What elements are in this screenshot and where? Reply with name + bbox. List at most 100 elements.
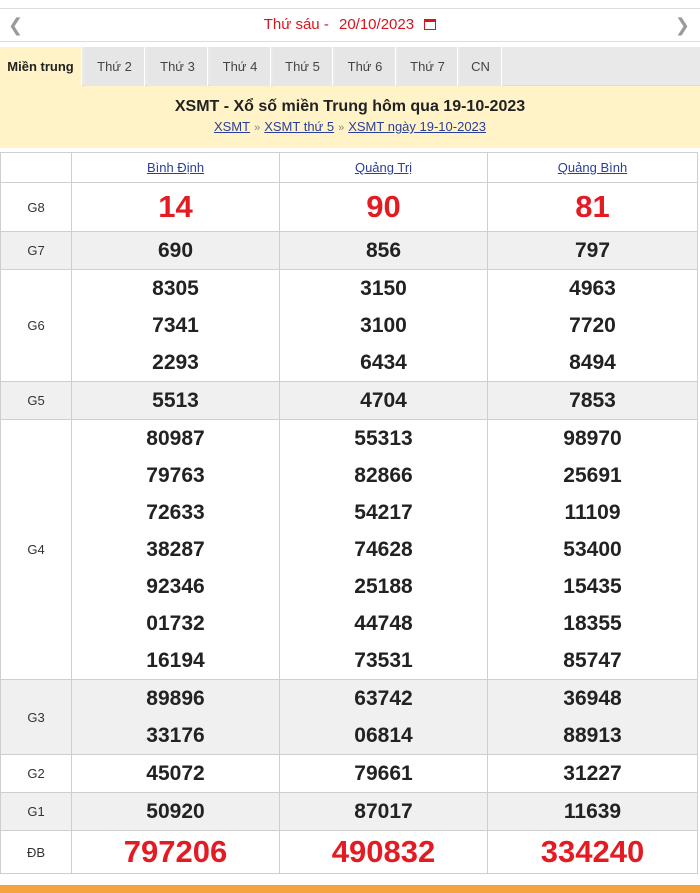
prize-number: 74628 (354, 538, 413, 561)
tab-mien-trung[interactable]: Miền trung (0, 47, 82, 86)
prize-cell: 11639 (487, 792, 698, 831)
date-label: 20/10/2023 (338, 16, 415, 33)
prize-number: 79661 (354, 762, 413, 785)
prize-row-g1: G1 50920 87017 11639 (0, 792, 698, 831)
prize-number: 16194 (146, 649, 205, 672)
prize-label: G6 (0, 269, 72, 382)
prize-row-g7: G7 690 856 797 (0, 231, 698, 270)
province-link-binh-dinh[interactable]: Bình Định (147, 160, 204, 175)
prize-number: 63742 (354, 687, 413, 710)
prize-cell: 4704 (279, 381, 488, 420)
chevron-right-icon[interactable]: ❯ (675, 15, 690, 35)
tab-thu-6[interactable]: Thứ 6 (335, 47, 396, 86)
tab-thu-4[interactable]: Thứ 4 (210, 47, 271, 86)
province-link-quang-tri[interactable]: Quảng Trị (355, 160, 412, 175)
prize-cell: 89896 33176 (71, 679, 280, 755)
prize-row-đb: ĐB 797206 490832 334240 (0, 830, 698, 874)
prize-number: 4963 (569, 277, 616, 300)
calendar-icon[interactable] (424, 19, 437, 30)
prize-number: 25691 (563, 464, 622, 487)
prize-number: 53400 (563, 538, 622, 561)
prize-label: G7 (0, 231, 72, 270)
prize-label: ĐB (0, 830, 72, 874)
prize-number: 14 (158, 189, 193, 224)
breadcrumb: XSMT» XSMT thứ 5» XSMT ngày 19-10-2023 (0, 119, 700, 134)
prize-number: 92346 (146, 575, 205, 598)
prize-number: 490832 (331, 834, 436, 869)
prize-number: 36948 (563, 687, 622, 710)
breadcrumb-xsmt-date[interactable]: XSMT ngày 19-10-2023 (348, 119, 486, 134)
breadcrumb-xsmt-thu-5[interactable]: XSMT thứ 5 (264, 119, 334, 134)
prize-number: 334240 (540, 834, 645, 869)
prize-label: G1 (0, 792, 72, 831)
prize-number: 85747 (563, 649, 622, 672)
breadcrumb-separator: » (338, 122, 345, 134)
prize-number: 797206 (123, 834, 228, 869)
prize-number: 90 (366, 189, 401, 224)
breadcrumb-xsmt[interactable]: XSMT (214, 119, 250, 134)
prize-cell: 81 (487, 182, 698, 232)
prize-number: 7853 (569, 389, 616, 412)
results-heading: XSMT - Xổ số miền Trung hôm qua 19-10-20… (0, 86, 700, 148)
prize-number: 11109 (564, 501, 621, 524)
prize-label: G4 (0, 419, 72, 680)
prize-cell: 90 (279, 182, 488, 232)
prize-cell: 80987 79763 72633 38287 92346 01732 16194 (71, 419, 280, 680)
prize-number: 81 (575, 189, 610, 224)
prize-number: 50920 (146, 800, 205, 823)
prize-row-g4: G4 80987 79763 72633 38287 92346 01732 16194 553… (0, 419, 698, 680)
prize-cell: 797206 (71, 830, 280, 874)
prize-number: 73531 (354, 649, 413, 672)
prize-cell: 63742 06814 (279, 679, 488, 755)
prize-number: 8305 (152, 277, 199, 300)
weekday-label: Thứ sáu - (263, 16, 329, 33)
province-link-quang-binh[interactable]: Quảng Bình (558, 160, 627, 175)
page-title: XSMT - Xổ số miền Trung hôm qua 19-10-20… (174, 98, 526, 115)
prize-cell: 8305 7341 2293 (71, 269, 280, 382)
date-navigation-bar: ❮ Thứ sáu - 20/10/2023 ❯ (0, 8, 700, 42)
prize-label: G5 (0, 381, 72, 420)
prize-label: G3 (0, 679, 72, 755)
prize-number: 82866 (354, 464, 413, 487)
prize-cell: 3150 3100 6434 (279, 269, 488, 382)
prize-number: 54217 (354, 501, 413, 524)
prize-cell: 7853 (487, 381, 698, 420)
prize-number: 856 (365, 239, 402, 262)
prize-number: 79763 (146, 464, 205, 487)
prize-number: 72633 (146, 501, 205, 524)
prize-cell: 4963 7720 8494 (487, 269, 698, 382)
prize-number: 55313 (354, 427, 413, 450)
prize-label: G2 (0, 754, 72, 793)
prize-cell: 14 (71, 182, 280, 232)
prize-number: 01732 (146, 612, 205, 635)
prize-number: 11639 (563, 800, 622, 823)
prize-number: 6434 (360, 351, 407, 374)
tab-cn[interactable]: CN (460, 47, 502, 86)
date-display[interactable]: Thứ sáu - 20/10/2023 (0, 16, 700, 33)
prize-cell: 98970 25691 11109 53400 15435 18355 85747 (487, 419, 698, 680)
prize-cell: 31227 (487, 754, 698, 793)
prize-number: 44748 (354, 612, 413, 635)
prize-number: 89896 (146, 687, 205, 710)
prize-cell: 79661 (279, 754, 488, 793)
prize-label: G8 (0, 182, 72, 232)
prize-cell: 5513 (71, 381, 280, 420)
tab-thu-2[interactable]: Thứ 2 (85, 47, 145, 86)
prize-number: 7720 (569, 314, 616, 337)
prize-cell: 87017 (279, 792, 488, 831)
tab-thu-7[interactable]: Thứ 7 (398, 47, 458, 86)
prize-number: 80987 (146, 427, 205, 450)
prize-number: 15435 (563, 575, 622, 598)
prize-number: 2293 (152, 351, 199, 374)
prize-number: 18355 (563, 612, 622, 635)
prize-row-g8: G8 14 90 81 (0, 182, 698, 232)
prize-cell: 490832 (279, 830, 488, 874)
header-corner (0, 152, 72, 183)
tab-thu-5[interactable]: Thứ 5 (273, 47, 333, 86)
prize-number: 5513 (152, 389, 199, 412)
province-header-row: Bình Định Quảng Trị Quảng Bình (0, 152, 698, 183)
tab-thu-3[interactable]: Thứ 3 (148, 47, 208, 86)
prize-cell: 690 (71, 231, 280, 270)
prize-cell: 45072 (71, 754, 280, 793)
prize-number: 87017 (354, 800, 413, 823)
